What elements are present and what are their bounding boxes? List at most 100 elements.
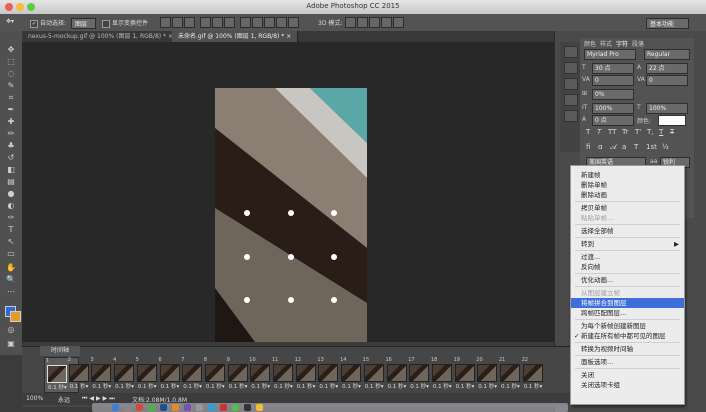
eyedropper-tool-icon[interactable]: ✒ bbox=[5, 105, 17, 115]
menu-item[interactable]: 新建帧 bbox=[571, 170, 684, 180]
swash-button[interactable]: 𝒜 bbox=[610, 143, 617, 152]
more-tools-icon[interactable]: ⋯ bbox=[5, 287, 17, 297]
font-size-field[interactable]: 30 点 bbox=[592, 63, 634, 74]
screen-mode-icon[interactable]: ▣ bbox=[5, 339, 17, 349]
timeline-frame[interactable]: 21 0.1 秒▾ bbox=[498, 357, 520, 391]
align-bottom-icon[interactable] bbox=[184, 17, 195, 28]
brush-presets-icon[interactable] bbox=[564, 62, 578, 74]
menu-item[interactable]: 选择全部帧 bbox=[571, 226, 684, 236]
menu-item[interactable]: 反向帧 bbox=[571, 262, 684, 272]
menu-item[interactable]: 过渡... bbox=[571, 252, 684, 262]
tracking-field[interactable]: 0 bbox=[646, 75, 688, 86]
timeline-frame[interactable]: 8 0.1 秒▾ bbox=[203, 357, 225, 391]
tab-color[interactable]: 颜色 bbox=[584, 39, 596, 48]
quick-select-tool-icon[interactable]: ✎ bbox=[5, 81, 17, 91]
frame-thumbnail[interactable] bbox=[500, 364, 520, 382]
text-color-swatch[interactable] bbox=[658, 115, 686, 126]
type-tool-icon[interactable]: T bbox=[5, 225, 17, 235]
launchpad-icon[interactable] bbox=[124, 404, 131, 411]
roll-3d-icon[interactable] bbox=[357, 17, 368, 28]
timeline-frame[interactable]: 18 0.1 秒▾ bbox=[430, 357, 452, 391]
frame-delay-select[interactable]: 0.1 秒▾ bbox=[319, 382, 338, 390]
menu-item[interactable]: 删除动画 bbox=[571, 190, 684, 200]
paragraph-styles-icon[interactable] bbox=[564, 94, 578, 106]
align-hcenter-icon[interactable] bbox=[212, 17, 223, 28]
align-right-icon[interactable] bbox=[224, 17, 235, 28]
blur-tool-icon[interactable]: ● bbox=[5, 189, 17, 199]
vertical-scale-field[interactable]: 100% bbox=[592, 103, 634, 114]
timeline-panel-tab[interactable]: 时间轴 bbox=[40, 346, 80, 356]
timeline-frame[interactable]: 13 0.1 秒▾ bbox=[316, 357, 339, 391]
frame-thumbnail[interactable] bbox=[431, 364, 452, 382]
font-family-select[interactable]: Myriad Pro bbox=[584, 49, 636, 60]
superscript-button[interactable]: T' bbox=[635, 128, 641, 136]
timeline-frame[interactable]: 3 0.1 秒▾ bbox=[89, 357, 112, 391]
frame-thumbnail[interactable] bbox=[250, 364, 271, 382]
quick-mask-icon[interactable]: ◎ bbox=[5, 325, 17, 335]
close-icon[interactable]: × bbox=[286, 33, 291, 40]
menu-item[interactable]: 将帧拼合到图层 bbox=[571, 298, 684, 308]
strikethrough-button[interactable]: T bbox=[670, 128, 674, 136]
healing-brush-tool-icon[interactable]: ✚ bbox=[5, 117, 17, 127]
auto-select-dropdown[interactable]: 图层 bbox=[71, 18, 97, 29]
menu-item[interactable]: 转换为视频时间轴 bbox=[571, 344, 684, 354]
timeline-frame[interactable]: 2 0.1 秒▾ bbox=[67, 357, 89, 391]
timeline-frame[interactable]: 19 0.1 秒▾ bbox=[453, 357, 475, 391]
menu-item[interactable]: 为每个新帧创建新图层 bbox=[571, 321, 684, 331]
menu-item[interactable]: 转到 ▶ bbox=[571, 239, 684, 249]
baseline-shift-field[interactable]: 0 点 bbox=[592, 115, 634, 126]
fractions-button[interactable]: ½ bbox=[662, 143, 669, 151]
frame-thumbnail[interactable] bbox=[159, 364, 180, 382]
playback-controls[interactable]: ⏮◀▶▶⏭ bbox=[82, 395, 117, 403]
app-icon[interactable] bbox=[256, 404, 263, 411]
underline-button[interactable]: T bbox=[659, 128, 663, 136]
background-color-swatch[interactable] bbox=[10, 311, 21, 322]
horizontal-scale-field[interactable]: 100% bbox=[646, 103, 688, 114]
tsume-field[interactable]: 0% bbox=[592, 89, 634, 100]
frame-thumbnail[interactable] bbox=[477, 364, 498, 382]
workspace-dropdown[interactable]: 基本功能 bbox=[646, 18, 690, 29]
app-icon[interactable] bbox=[184, 404, 191, 411]
history-panel-icon[interactable] bbox=[564, 46, 578, 58]
small-caps-button[interactable]: Tr bbox=[622, 128, 628, 136]
frame-thumbnail[interactable] bbox=[409, 364, 430, 382]
menu-item[interactable]: 删除单帧 bbox=[571, 180, 684, 190]
frame-delay-select[interactable]: 0.1 秒▾ bbox=[48, 383, 67, 391]
frame-delay-select[interactable]: 0.1 秒▾ bbox=[274, 382, 293, 390]
frame-delay-select[interactable]: 0.1 秒▾ bbox=[183, 382, 202, 390]
history-brush-tool-icon[interactable]: ↺ bbox=[5, 153, 17, 163]
frame-delay-select[interactable]: 0.1 秒▾ bbox=[161, 382, 180, 390]
menu-item[interactable]: ✓ 新建在所有帧中都可见的图层 bbox=[571, 331, 684, 341]
timeline-frame[interactable]: 15 0.1 秒▾ bbox=[362, 357, 384, 391]
slide-3d-icon[interactable] bbox=[381, 17, 392, 28]
frame-delay-select[interactable]: 0.1 秒▾ bbox=[92, 382, 111, 390]
app-icon[interactable] bbox=[220, 404, 227, 411]
ordinals-button[interactable]: 1st bbox=[646, 143, 657, 151]
timeline-frame[interactable]: 6 0.1 秒▾ bbox=[158, 357, 180, 391]
clone-source-icon[interactable] bbox=[564, 78, 578, 90]
font-style-select[interactable]: Regular bbox=[644, 49, 690, 60]
eraser-tool-icon[interactable]: ◧ bbox=[5, 165, 17, 175]
menu-item[interactable]: 面板选项... bbox=[571, 357, 684, 367]
stylistic-alt-button[interactable]: a bbox=[622, 143, 626, 151]
app-icon[interactable] bbox=[232, 404, 239, 411]
frame-thumbnail[interactable] bbox=[341, 364, 362, 382]
document-canvas[interactable] bbox=[215, 88, 367, 342]
distribute-top-icon[interactable] bbox=[240, 17, 251, 28]
frame-thumbnail[interactable] bbox=[227, 364, 248, 382]
pan-3d-icon[interactable] bbox=[369, 17, 380, 28]
faux-bold-button[interactable]: T bbox=[586, 128, 590, 136]
timeline-frame[interactable]: 4 0.1 秒▾ bbox=[112, 357, 135, 391]
align-vcenter-icon[interactable] bbox=[172, 17, 183, 28]
frame-thumbnail[interactable] bbox=[204, 364, 225, 382]
menu-item[interactable]: 拷贝单帧 bbox=[571, 203, 684, 213]
frame-thumbnail[interactable] bbox=[136, 364, 157, 382]
align-top-icon[interactable] bbox=[160, 17, 171, 28]
tab-paragraph[interactable]: 段落 bbox=[632, 39, 644, 48]
frame-delay-select[interactable]: 0.1 秒▾ bbox=[70, 382, 89, 390]
timeline-frame[interactable]: 5 0.1 秒▾ bbox=[135, 357, 157, 391]
move-tool-icon[interactable]: ✥▾ bbox=[6, 18, 14, 25]
frame-thumbnail[interactable] bbox=[295, 364, 316, 382]
kerning-field[interactable]: 0 bbox=[592, 75, 634, 86]
scale-3d-icon[interactable] bbox=[393, 17, 404, 28]
